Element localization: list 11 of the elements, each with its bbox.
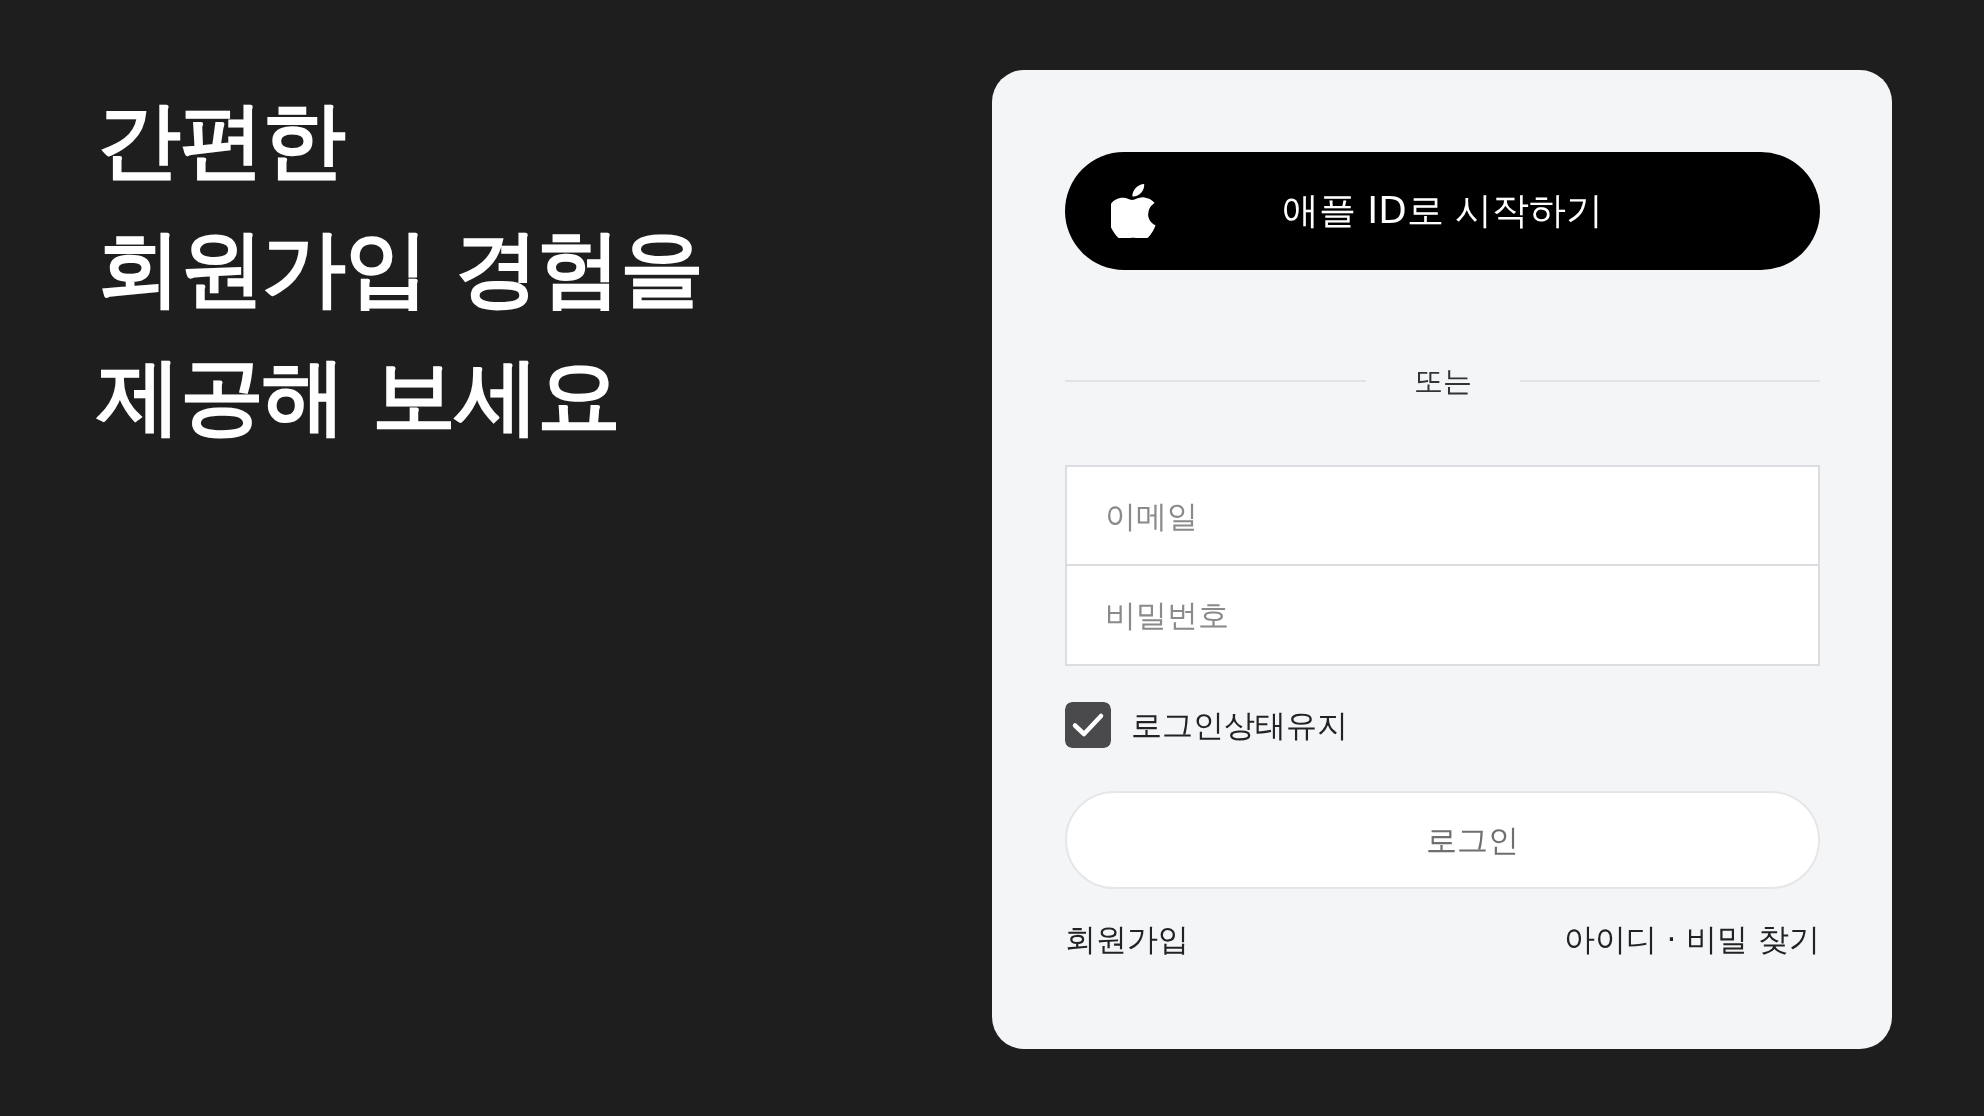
apple-sign-in-button[interactable]: 애플 ID로 시작하기 <box>1065 152 1820 270</box>
apple-logo-icon <box>1111 184 1157 238</box>
find-account-link[interactable]: 아이디 · 비밀 찾기 <box>1563 917 1820 961</box>
headline: 간편한 회원가입 경험을 제공해 보세요 <box>97 90 703 447</box>
keep-signed-in-label: 로그인상태유지 <box>1131 706 1348 745</box>
sign-up-link[interactable]: 회원가입 <box>1065 917 1189 961</box>
checkbox[interactable] <box>1065 702 1111 748</box>
input-field[interactable]: 이메일 <box>1065 465 1820 566</box>
divider-label: 또는 <box>1413 363 1472 400</box>
login-button[interactable]: 로그인 <box>1065 791 1820 889</box>
input-field[interactable]: 비밀번호 <box>1065 566 1820 666</box>
